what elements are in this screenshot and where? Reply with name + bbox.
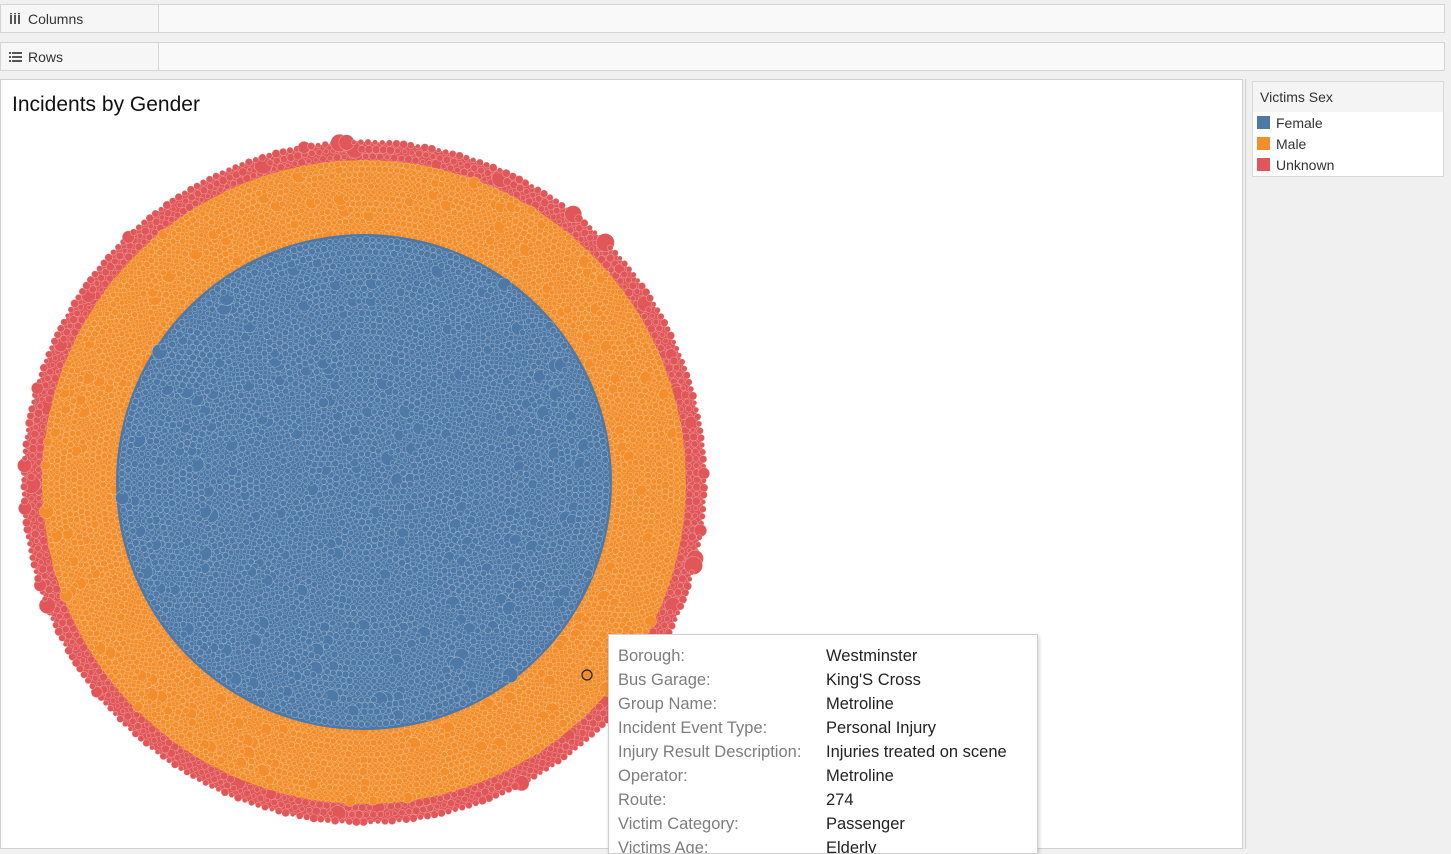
side-panel: Victims Sex Female Male Unknown [1245, 79, 1451, 849]
rows-shelf-label: Rows [1, 43, 159, 70]
tooltip-row-borough: Borough:Westminster [618, 644, 1037, 668]
legend-item-male[interactable]: Male [1253, 133, 1443, 154]
tooltip-value: Personal Injury [826, 719, 936, 738]
tooltip-key: Injury Result Description: [618, 743, 826, 762]
tooltip-value: 274 [826, 791, 854, 810]
tooltip-row-bus-garage: Bus Garage:King'S Cross [618, 668, 1037, 692]
rows-shelf-text: Rows [28, 49, 63, 65]
mark-tooltip: Borough:Westminster Bus Garage:King'S Cr… [608, 634, 1038, 854]
tooltip-row-injury-result: Injury Result Description:Injuries treat… [618, 740, 1037, 764]
tooltip-key: Bus Garage: [618, 671, 826, 690]
tooltip-value: Westminster [826, 647, 917, 666]
tooltip-key: Operator: [618, 767, 826, 786]
columns-shelf-icon [7, 13, 23, 25]
tooltip-value: King'S Cross [826, 671, 921, 690]
columns-shelf[interactable]: Columns [0, 4, 1445, 33]
legend-label-male: Male [1276, 136, 1306, 152]
tooltip-value: Metroline [826, 767, 894, 786]
legend-item-unknown[interactable]: Unknown [1253, 154, 1443, 175]
color-legend[interactable]: Victims Sex Female Male Unknown [1252, 81, 1444, 177]
legend-title: Victims Sex [1253, 82, 1443, 112]
legend-item-female[interactable]: Female [1253, 112, 1443, 133]
rows-shelf-icon [7, 51, 23, 63]
tooltip-value: Elderly [826, 839, 876, 854]
legend-label-unknown: Unknown [1276, 157, 1334, 173]
tooltip-key: Victims Age: [618, 839, 826, 854]
hovered-mark[interactable] [582, 670, 592, 680]
tooltip-value: Metroline [826, 695, 894, 714]
tooltip-row-operator: Operator:Metroline [618, 764, 1037, 788]
tooltip-key: Victim Category: [618, 815, 826, 834]
columns-drop-area[interactable] [159, 5, 1444, 32]
columns-shelf-text: Columns [28, 11, 83, 27]
legend-swatch-male [1257, 137, 1270, 150]
tooltip-key: Group Name: [618, 695, 826, 714]
tooltip-value: Passenger [826, 815, 905, 834]
tooltip-row-victim-category: Victim Category:Passenger [618, 812, 1037, 836]
tooltip-key: Borough: [618, 647, 826, 666]
legend-label-female: Female [1276, 115, 1323, 131]
columns-shelf-label: Columns [1, 5, 159, 32]
tooltip-row-victims-age: Victims Age:Elderly [618, 836, 1037, 854]
tooltip-key: Incident Event Type: [618, 719, 826, 738]
tooltip-key: Route: [618, 791, 826, 810]
legend-swatch-unknown [1257, 158, 1270, 171]
rows-drop-area[interactable] [159, 43, 1444, 70]
tooltip-value: Injuries treated on scene [826, 743, 1007, 762]
tooltip-row-group-name: Group Name:Metroline [618, 692, 1037, 716]
legend-swatch-female [1257, 116, 1270, 129]
tooltip-row-incident-event-type: Incident Event Type:Personal Injury [618, 716, 1037, 740]
viz-title: Incidents by Gender [12, 93, 200, 117]
tooltip-row-route: Route:274 [618, 788, 1037, 812]
rows-shelf[interactable]: Rows [0, 42, 1445, 71]
